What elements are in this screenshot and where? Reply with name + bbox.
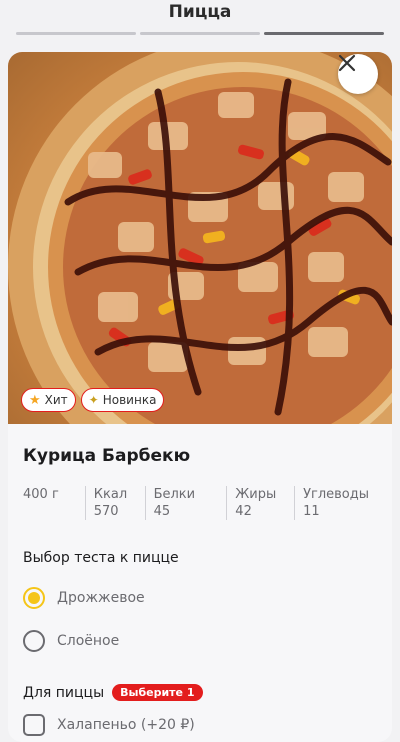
badge-label: Хит [44, 393, 68, 407]
addons-header: Для пиццы Выберите 1 [23, 684, 377, 701]
kcal-label: Ккал [93, 487, 128, 502]
close-button[interactable] [338, 54, 378, 94]
carbs-label: Углеводы [303, 487, 370, 502]
carbs-value: 11 [303, 504, 320, 519]
star-icon: ★ [29, 392, 41, 408]
badge-new: ✦ Новинка [80, 388, 165, 412]
nutrition-protein: Белки 45 [144, 486, 227, 520]
story-progress [16, 32, 384, 35]
dough-option-label: Слоёное [57, 632, 120, 649]
kcal-value: 570 [93, 504, 119, 519]
nutrition-info: 400 г Ккал 570 Белки 45 Жиры 42 Углеводы… [23, 486, 377, 520]
dough-options: Дрожжевое Слоёное [23, 576, 377, 662]
progress-segment-active [264, 32, 384, 35]
page-title: Пицца [168, 2, 232, 22]
nutrition-carbs: Углеводы 11 [294, 486, 377, 520]
product-details: Курица Барбекю 400 г Ккал 570 Белки 45 Ж… [8, 424, 392, 737]
close-icon [338, 54, 356, 72]
product-name: Курица Барбекю [23, 446, 191, 466]
badge-label: Новинка [102, 393, 157, 407]
dough-section-title: Выбор теста к пицце [23, 550, 179, 566]
progress-segment [140, 32, 260, 35]
product-card: ★ Хит ✦ Новинка Курица Барбекю 400 г Кка… [8, 52, 392, 742]
dough-option-label: Дрожжевое [57, 589, 145, 606]
nutrition-weight: 400 г [23, 486, 85, 520]
product-badges: ★ Хит ✦ Новинка [21, 388, 165, 412]
addon-label: Халапеньо (+20 ₽) [57, 717, 195, 733]
fat-label: Жиры [235, 487, 277, 502]
header: Пицца [0, 0, 400, 46]
protein-value: 45 [153, 504, 171, 519]
progress-segment [16, 32, 136, 35]
protein-label: Белки [153, 487, 196, 502]
badge-hit: ★ Хит [21, 388, 76, 412]
fat-value: 42 [235, 504, 252, 519]
radio-button-selected[interactable] [23, 586, 45, 609]
dough-option-yeast[interactable]: Дрожжевое [23, 576, 377, 619]
radio-button[interactable] [23, 629, 45, 652]
nutrition-fat: Жиры 42 [226, 486, 294, 520]
party-popper-icon: ✦ [88, 393, 99, 407]
pizza-photo: ★ Хит ✦ Новинка [8, 52, 392, 424]
required-badge: Выберите 1 [112, 684, 203, 701]
addons-title: Для пиццы [23, 684, 105, 701]
checkbox[interactable] [23, 714, 45, 736]
nutrition-kcal: Ккал 570 [84, 486, 145, 520]
addon-item-jalapeno[interactable]: Халапеньо (+20 ₽) [23, 713, 377, 737]
weight-value: 400 г [23, 487, 59, 502]
dough-option-puff[interactable]: Слоёное [23, 619, 377, 662]
